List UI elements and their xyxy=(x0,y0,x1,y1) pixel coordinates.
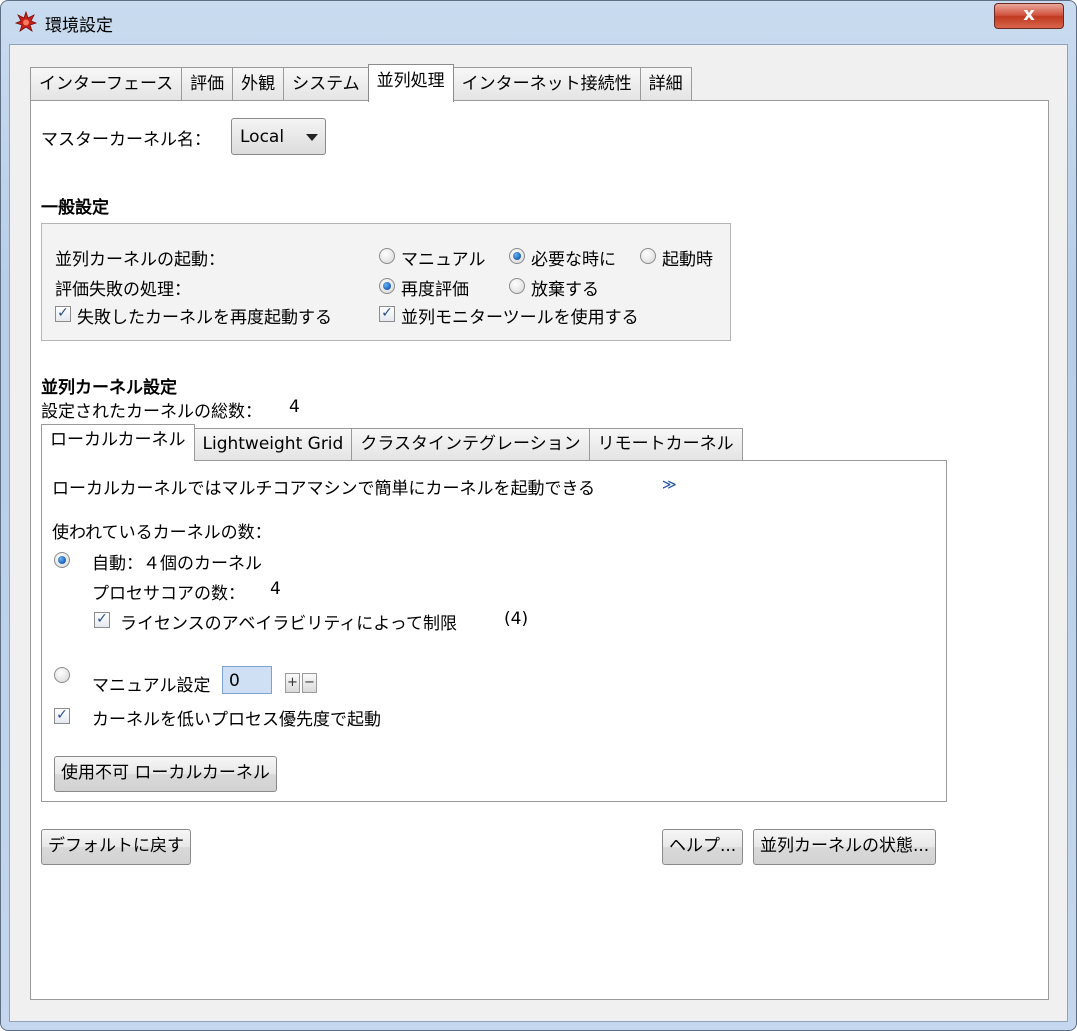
chevron-down-icon xyxy=(306,134,318,141)
cores-value: 4 xyxy=(270,579,281,599)
manual-kernels-label[interactable]: マニュアル設定 xyxy=(92,671,211,696)
tab-advanced[interactable]: 詳細 xyxy=(639,67,692,102)
increment-button[interactable]: + xyxy=(285,673,300,693)
more-info-link[interactable]: ≫ xyxy=(662,477,677,493)
launch-on-demand-radio[interactable] xyxy=(509,248,525,264)
tab-local-kernels[interactable]: ローカルカーネル xyxy=(41,424,195,461)
cores-label: プロセサコアの数： xyxy=(92,584,245,604)
manual-kernels-radio[interactable] xyxy=(54,667,70,683)
tab-remote-kernels[interactable]: リモートカーネル xyxy=(588,428,743,461)
reset-defaults-button[interactable]: デフォルトに戻す xyxy=(41,829,191,865)
failure-reevaluate-label[interactable]: 再度評価 xyxy=(401,275,469,300)
auto-kernels-radio[interactable] xyxy=(54,552,70,568)
master-kernel-dropdown[interactable]: Local xyxy=(231,118,326,155)
tab-cluster-integration[interactable]: クラスタインテグレーション xyxy=(351,428,590,461)
auto-kernels-label[interactable]: 自動：４個のカーネル xyxy=(92,549,262,574)
tab-parallel[interactable]: 並列処理 xyxy=(367,64,454,102)
close-button[interactable]: x xyxy=(994,3,1064,29)
preferences-window: 環境設定 x インターフェース 評価 外観 システム 並列処理 インターネット接… xyxy=(0,0,1077,1031)
main-tabs: インターフェース 評価 外観 システム 並列処理 インターネット接続性 詳細 xyxy=(30,64,692,102)
kernel-count-label: 使われているカーネルの数： xyxy=(52,523,272,543)
launch-manual-label[interactable]: マニュアル xyxy=(401,245,486,270)
tab-evaluation[interactable]: 評価 xyxy=(181,67,234,102)
license-limit-label[interactable]: ライセンスのアベイラビリティによって制限 xyxy=(120,609,457,634)
total-kernels-value: 4 xyxy=(289,397,300,417)
tab-internet[interactable]: インターネット接続性 xyxy=(452,67,641,102)
failure-label: 評価失敗の処理： xyxy=(55,280,191,300)
general-settings-group: 並列カーネルの起動： マニュアル 必要な時に 起動時 評価失敗の処理： 再度評価… xyxy=(41,223,731,341)
parallel-kernel-status-button[interactable]: 並列カーネルの状態... xyxy=(753,829,937,865)
dialog-client-area: インターフェース 評価 外観 システム 並列処理 インターネット接続性 詳細 マ… xyxy=(9,44,1068,1022)
master-kernel-label: マスターカーネル名： xyxy=(41,130,211,150)
launch-at-startup-label[interactable]: 起動時 xyxy=(662,245,713,270)
parallel-panel: マスターカーネル名： Local 一般設定 並列カーネルの起動： マニュアル 必… xyxy=(30,100,1049,1000)
low-priority-label[interactable]: カーネルを低いプロセス優先度で起動 xyxy=(92,705,381,730)
kernel-settings-heading: 並列カーネル設定 xyxy=(41,378,177,398)
license-limit-checkbox[interactable]: ✓ xyxy=(94,612,110,628)
help-button[interactable]: ヘルプ... xyxy=(662,829,744,865)
window-title: 環境設定 xyxy=(45,16,113,36)
general-settings-heading: 一般設定 xyxy=(41,198,109,218)
use-monitor-label[interactable]: 並列モニターツールを使用する xyxy=(401,303,639,328)
master-kernel-value: Local xyxy=(240,127,285,147)
tab-appearance[interactable]: 外観 xyxy=(232,67,285,102)
disable-local-kernels-button[interactable]: 使用不可 ローカルカーネル xyxy=(54,756,277,792)
kernel-tabs: ローカルカーネル Lightweight Grid クラスタインテグレーション … xyxy=(41,424,743,461)
tab-interface[interactable]: インターフェース xyxy=(30,67,183,102)
decrement-button[interactable]: − xyxy=(302,673,317,693)
failure-abandon-label[interactable]: 放棄する xyxy=(531,275,599,300)
title-bar[interactable]: 環境設定 x xyxy=(1,1,1076,43)
failure-abandon-radio[interactable] xyxy=(509,278,525,294)
manual-kernels-value: 0 xyxy=(229,671,240,691)
restart-failed-label[interactable]: 失敗したカーネルを再度起動する xyxy=(77,303,332,328)
launch-on-demand-label[interactable]: 必要な時に xyxy=(531,245,616,270)
tab-lightweight-grid[interactable]: Lightweight Grid xyxy=(193,428,353,461)
tab-system[interactable]: システム xyxy=(283,67,369,102)
total-kernels-label: 設定されたカーネルの総数： xyxy=(41,402,262,422)
launch-manual-radio[interactable] xyxy=(379,248,395,264)
app-star-icon xyxy=(15,11,37,32)
use-monitor-checkbox[interactable]: ✓ xyxy=(379,306,395,322)
low-priority-checkbox[interactable]: ✓ xyxy=(54,708,70,724)
launch-at-startup-radio[interactable] xyxy=(640,248,656,264)
license-limit-value: (4) xyxy=(504,609,529,629)
local-description: ローカルカーネルではマルチコアマシンで簡単にカーネルを起動できる xyxy=(52,479,596,499)
manual-kernels-input[interactable]: 0 xyxy=(222,666,272,694)
failure-reevaluate-radio[interactable] xyxy=(379,278,395,294)
restart-failed-checkbox[interactable]: ✓ xyxy=(55,306,71,322)
local-kernels-panel: ローカルカーネルではマルチコアマシンで簡単にカーネルを起動できる ≫ 使われてい… xyxy=(41,460,947,802)
launch-label: 並列カーネルの起動： xyxy=(55,250,225,270)
